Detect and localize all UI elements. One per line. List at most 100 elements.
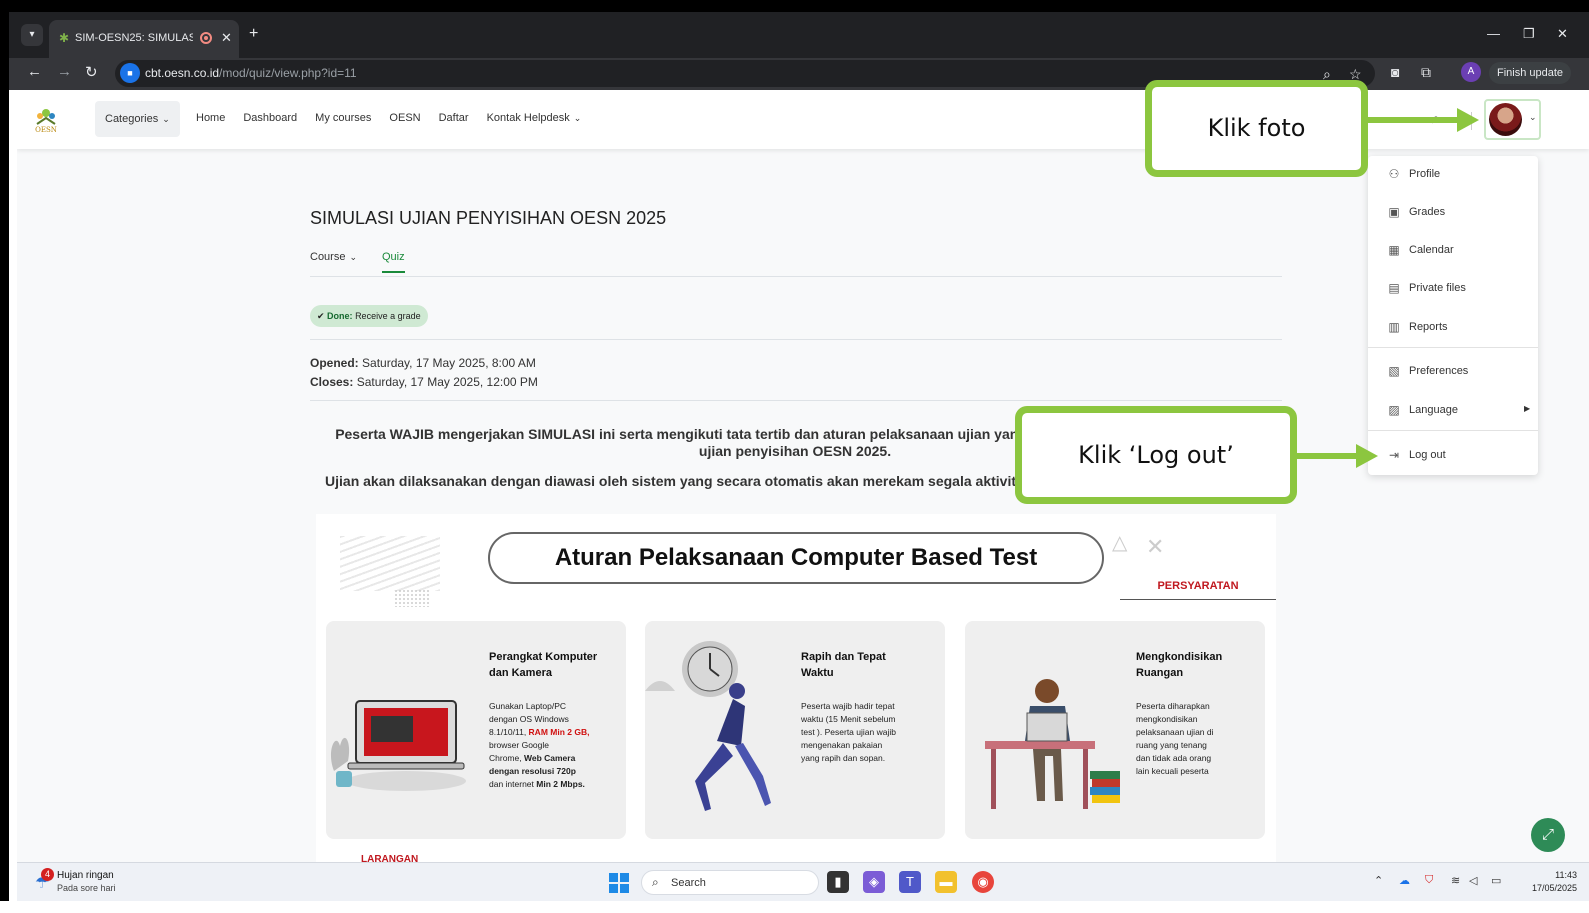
requirement-card: Mengkondisikan Ruangan Peserta diharapkan…	[965, 621, 1265, 839]
decoration: △	[1112, 532, 1128, 554]
chevron-down-icon: ⌄	[349, 252, 358, 262]
fullscreen-button[interactable]: ⤢	[1531, 818, 1565, 852]
quiz-dates: Opened: Saturday, 17 May 2025, 8:00 AM C…	[310, 356, 538, 389]
chevron-down-icon: ⌄	[162, 114, 170, 124]
nav-link-daftar[interactable]: Daftar	[439, 112, 469, 124]
section-heading: LARANGAN	[361, 854, 419, 862]
browser-tab-active[interactable]: ✱ SIM-OESN25: SIMULASI UJI ✕	[49, 20, 239, 58]
menu-divider	[1368, 430, 1538, 431]
preferences-icon: ▧	[1388, 364, 1400, 378]
callout-arrowhead	[1356, 444, 1378, 468]
nav-link-oesn[interactable]: OESN	[389, 112, 420, 124]
language-icon: ▨	[1388, 403, 1400, 417]
card-text: Peserta diharapkan mengkondisikan pelaks…	[1136, 701, 1214, 776]
callout-click-logout: Klik ‘Log out’	[1015, 406, 1297, 504]
forward-icon[interactable]: →	[57, 63, 72, 80]
onedrive-icon[interactable]: ☁	[1399, 874, 1410, 887]
banner-title: Aturan Pelaksanaan Computer Based Test	[488, 532, 1104, 584]
copilot-icon[interactable]: ◈	[863, 871, 885, 893]
requirement-card: Rapih dan Tepat Waktu Peserta wajib hadir…	[645, 621, 945, 839]
menu-item-grades[interactable]: ▣ Grades	[1368, 200, 1538, 226]
new-tab-icon[interactable]: +	[249, 25, 258, 43]
user-avatar[interactable]	[1489, 103, 1522, 136]
battery-icon[interactable]: ▭	[1491, 874, 1501, 887]
extension-icon[interactable]: ◙	[1391, 64, 1399, 80]
logout-icon: ⇥	[1388, 448, 1400, 462]
user-menu-toggle[interactable]: ⌄	[1484, 99, 1541, 140]
person-at-desk-illustration	[985, 679, 1120, 809]
decoration	[340, 536, 440, 591]
web-page: OESN Categories ⌄ Home Dashboard My cours…	[17, 90, 1589, 862]
card-title: Mengkondisikan Ruangan	[1136, 651, 1223, 679]
nav-link-kontak-helpdesk[interactable]: Kontak Helpdesk ⌄	[487, 112, 582, 124]
task-view-icon[interactable]: ▮	[827, 871, 849, 893]
menu-item-preferences[interactable]: ▧ Preferences	[1368, 359, 1538, 385]
windows-start-icon[interactable]	[609, 873, 629, 893]
nav-link-my-courses[interactable]: My courses	[315, 112, 371, 124]
menu-item-reports[interactable]: ▥ Reports	[1368, 315, 1538, 341]
tab-title: SIM-OESN25: SIMULASI UJI	[75, 32, 193, 44]
screen-bezel	[0, 0, 1589, 12]
calendar-icon: ▦	[1388, 243, 1400, 257]
chevron-down-icon: ⌄	[1529, 112, 1537, 122]
divider	[310, 400, 1282, 401]
screen-bezel	[0, 0, 9, 913]
search-icon: ⌕	[652, 875, 659, 889]
chrome-icon[interactable]: ◉	[972, 871, 994, 893]
wifi-icon[interactable]: ≋	[1451, 874, 1460, 887]
security-icon[interactable]: ⛉	[1425, 874, 1433, 887]
rules-banner-image: Aturan Pelaksanaan Computer Based Test △…	[316, 514, 1276, 862]
card-title: Perangkat Komputer dan Kamera	[489, 651, 598, 679]
chevron-down-icon: ⌄	[573, 113, 582, 123]
weather-subtitle[interactable]: Pada sore hari	[57, 883, 116, 893]
camera-in-use-icon[interactable]: ■	[120, 63, 140, 83]
nav-link-home[interactable]: Home	[196, 112, 225, 124]
chevron-right-icon: ▶	[1524, 404, 1531, 413]
menu-item-language[interactable]: ▨ Language ▶	[1368, 398, 1538, 424]
user-dropdown-menu: ⚇ Profile ▣ Grades ▦ Calendar ▤ Private file…	[1368, 156, 1538, 475]
laptop-illustration	[330, 700, 466, 791]
main-content: SIMULASI UJIAN PENYISIHAN OESN 2025 Cour…	[310, 149, 1282, 862]
oesn-logo[interactable]: OESN	[31, 104, 61, 134]
card-title: Rapih dan Tepat Waktu	[801, 651, 886, 679]
decoration	[394, 589, 430, 607]
teams-icon[interactable]: T	[899, 871, 921, 893]
decoration: ✕	[1146, 534, 1165, 559]
minimize-icon[interactable]: —	[1487, 26, 1500, 41]
browser-profile-avatar[interactable]: A	[1461, 62, 1481, 82]
callout-arrowhead	[1457, 108, 1479, 132]
tab-search-menu-icon[interactable]: ▾	[21, 24, 43, 46]
menu-item-log-out[interactable]: ⇥ Log out	[1368, 443, 1538, 469]
volume-icon[interactable]: ◁	[1469, 874, 1477, 887]
restore-icon[interactable]: ❐	[1523, 26, 1535, 42]
finish-update-button[interactable]: Finish update	[1489, 62, 1572, 84]
page-title: SIMULASI UJIAN PENYISIHAN OESN 2025	[310, 208, 667, 228]
taskbar-search[interactable]: ⌕ Search	[641, 870, 819, 895]
browser-tab-strip: ▾ ✱ SIM-OESN25: SIMULASI UJI ✕ + — ❐ ✕	[9, 12, 1589, 58]
menu-item-calendar[interactable]: ▦ Calendar	[1368, 238, 1538, 264]
nav-link-dashboard[interactable]: Dashboard	[243, 112, 297, 124]
extensions-puzzle-icon[interactable]: ⧉	[1421, 64, 1431, 81]
back-icon[interactable]: ←	[27, 63, 42, 80]
grades-icon: ▣	[1388, 205, 1400, 219]
card-text: Peserta wajib hadir tepat waktu (15 Meni…	[801, 701, 896, 763]
system-clock[interactable]: 11:43 17/05/2025	[1517, 869, 1577, 895]
screen-bezel	[0, 901, 1589, 913]
menu-item-profile[interactable]: ⚇ Profile	[1368, 162, 1538, 188]
tab-course[interactable]: Course ⌄	[310, 251, 357, 263]
svg-text:OESN: OESN	[35, 126, 57, 134]
files-icon: ▤	[1388, 281, 1400, 295]
tab-quiz[interactable]: Quiz	[382, 251, 405, 273]
screen: ▾ ✱ SIM-OESN25: SIMULASI UJI ✕ + — ❐ ✕ ←…	[0, 0, 1589, 913]
weather-title[interactable]: Hujan ringan	[57, 870, 114, 881]
categories-menu-button[interactable]: Categories ⌄	[95, 101, 180, 137]
tray-overflow-icon[interactable]: ⌃	[1374, 874, 1383, 887]
menu-item-private-files[interactable]: ▤ Private files	[1368, 276, 1538, 302]
section-heading: PERSYARATAN	[1120, 572, 1276, 600]
close-tab-icon[interactable]: ✕	[221, 30, 232, 46]
site-favicon-icon: ✱	[59, 31, 70, 45]
reload-icon[interactable]: ↻	[85, 63, 98, 81]
close-window-icon[interactable]: ✕	[1557, 26, 1568, 42]
file-explorer-icon[interactable]: ▬	[935, 871, 957, 893]
primary-navigation: Home Dashboard My courses OESN Daftar Ko…	[196, 112, 581, 124]
